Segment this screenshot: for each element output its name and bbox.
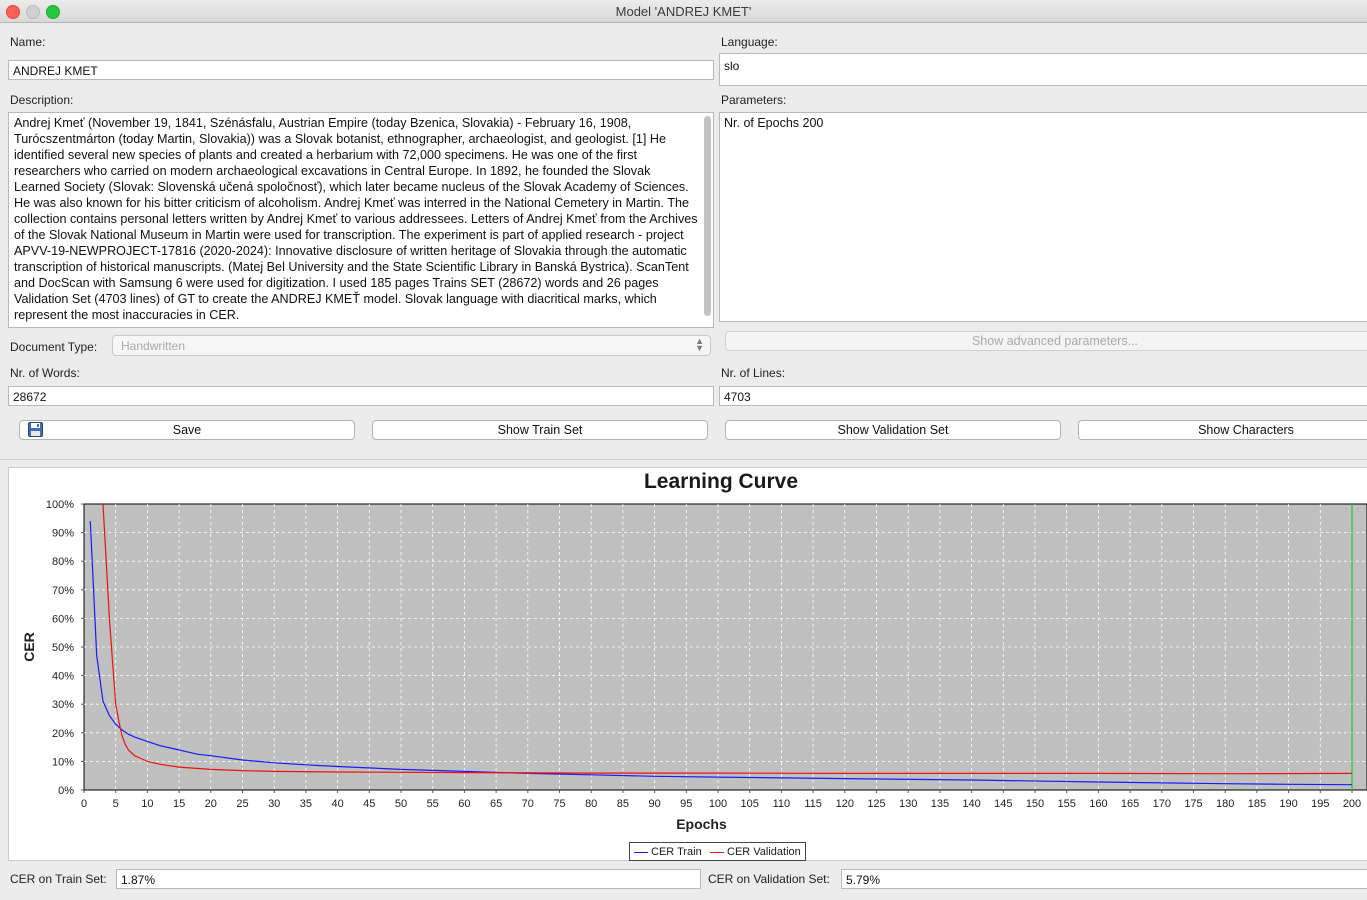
x-tick-label: 105 bbox=[741, 798, 759, 810]
y-tick-label: 60% bbox=[52, 613, 74, 625]
y-tick-label: 40% bbox=[52, 671, 74, 683]
x-tick-label: 100 bbox=[709, 798, 727, 810]
x-tick-label: 60 bbox=[458, 798, 470, 810]
x-tick-label: 115 bbox=[804, 798, 822, 810]
x-tick-label: 200 bbox=[1343, 798, 1361, 810]
y-tick-label: 30% bbox=[52, 699, 74, 711]
x-tick-label: 75 bbox=[553, 798, 565, 810]
chart-plot-svg: 0 5 10 15 20 25 30 35 40 45 50 55 60 65 70 75 80 85 90 95 10… bbox=[21, 499, 1367, 832]
x-tick-label: 170 bbox=[1153, 798, 1171, 810]
y-tick-label: 80% bbox=[52, 556, 74, 568]
x-tick-label: 165 bbox=[1121, 798, 1139, 810]
x-tick-label: 120 bbox=[836, 798, 854, 810]
y-tick-label: 90% bbox=[52, 528, 74, 540]
legend-swatch-train bbox=[634, 851, 648, 853]
x-tick-label: 140 bbox=[962, 798, 980, 810]
validation-cer-label: CER on Validation Set: bbox=[708, 872, 830, 886]
x-tick-label: 95 bbox=[680, 798, 692, 810]
legend-label-validation: CER Validation bbox=[727, 846, 801, 858]
x-tick-label: 80 bbox=[585, 798, 597, 810]
legend-swatch-validation bbox=[710, 851, 724, 853]
x-tick-label: 50 bbox=[395, 798, 407, 810]
y-tick-label: 70% bbox=[52, 585, 74, 597]
x-tick-label: 180 bbox=[1216, 798, 1234, 810]
x-tick-label: 145 bbox=[994, 798, 1012, 810]
x-tick-label: 25 bbox=[236, 798, 248, 810]
x-tick-label: 10 bbox=[141, 798, 153, 810]
x-tick-label: 55 bbox=[427, 798, 439, 810]
x-tick-label: 175 bbox=[1184, 798, 1202, 810]
y-tick-label: 20% bbox=[52, 728, 74, 740]
x-tick-label: 45 bbox=[363, 798, 375, 810]
x-tick-label: 20 bbox=[205, 798, 217, 810]
x-tick-label: 85 bbox=[617, 798, 629, 810]
x-tick-label: 185 bbox=[1248, 798, 1266, 810]
x-tick-label: 195 bbox=[1311, 798, 1329, 810]
x-tick-label: 125 bbox=[867, 798, 885, 810]
y-axis-label: CER bbox=[21, 632, 37, 662]
y-tick-label: 100% bbox=[46, 499, 74, 511]
x-tick-label: 0 bbox=[81, 798, 87, 810]
x-tick-label: 15 bbox=[173, 798, 185, 810]
legend-item-validation: CER Validation bbox=[710, 846, 801, 858]
y-tick-label: 50% bbox=[52, 642, 74, 654]
x-tick-label: 190 bbox=[1279, 798, 1297, 810]
x-tick-label: 160 bbox=[1089, 798, 1107, 810]
chart-legend: CER Train CER Validation bbox=[629, 842, 806, 861]
train-cer-field[interactable]: 1.87% bbox=[116, 869, 701, 889]
x-tick-label: 35 bbox=[300, 798, 312, 810]
x-tick-label: 65 bbox=[490, 798, 502, 810]
x-tick-label: 130 bbox=[899, 798, 917, 810]
x-tick-label: 150 bbox=[1026, 798, 1044, 810]
train-cer-label: CER on Train Set: bbox=[10, 872, 107, 886]
x-tick-label: 40 bbox=[331, 798, 343, 810]
validation-cer-field[interactable]: 5.79% bbox=[841, 869, 1367, 889]
x-tick-label: 110 bbox=[773, 798, 791, 810]
x-tick-label: 155 bbox=[1058, 798, 1076, 810]
y-tick-label: 10% bbox=[52, 756, 74, 768]
x-tick-label: 5 bbox=[113, 798, 119, 810]
x-tick-label: 70 bbox=[522, 798, 534, 810]
y-tick-label: 0% bbox=[58, 785, 74, 797]
legend-label-train: CER Train bbox=[651, 846, 702, 858]
x-tick-label: 90 bbox=[648, 798, 660, 810]
x-axis-label: Epochs bbox=[676, 816, 727, 832]
x-tick-label: 135 bbox=[931, 798, 949, 810]
x-tick-label: 30 bbox=[268, 798, 280, 810]
legend-item-train: CER Train bbox=[634, 846, 702, 858]
